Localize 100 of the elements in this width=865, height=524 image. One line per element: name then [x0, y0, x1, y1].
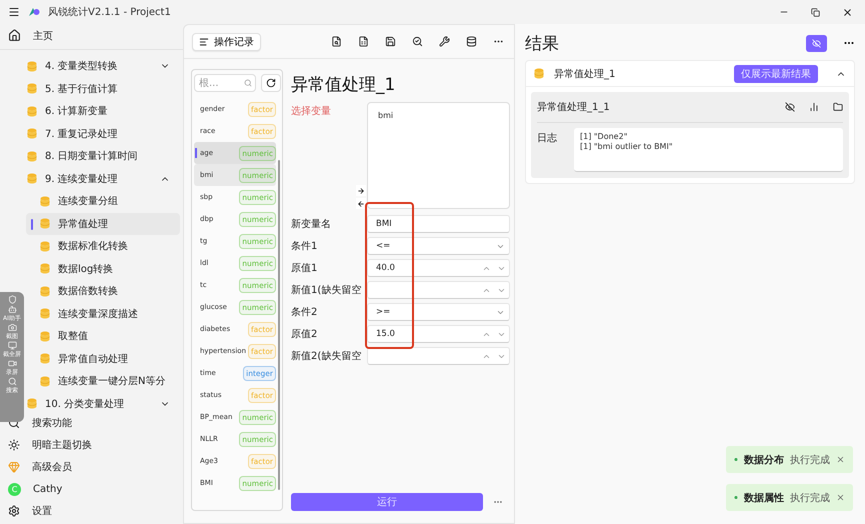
diamond-icon	[8, 461, 20, 473]
field-label: 条件1	[291, 240, 318, 253]
database-icon	[40, 196, 50, 207]
select-field[interactable]: >=	[367, 303, 510, 321]
nav-subitem[interactable]: 取整值	[26, 325, 180, 348]
nav-item[interactable]: 10. 分类变量处理	[3, 392, 180, 412]
database-icon	[27, 83, 37, 94]
field-label: 条件2	[291, 306, 318, 319]
camera-icon	[8, 323, 16, 332]
log-line: [1] "Done2"	[580, 132, 628, 141]
history-button[interactable]: 操作记录	[192, 32, 261, 50]
database-icon	[534, 68, 544, 79]
spreadsheet-icon[interactable]	[358, 36, 369, 47]
move-left-button[interactable]	[356, 198, 366, 209]
select-field[interactable]: <=	[367, 237, 510, 255]
chart-icon[interactable]	[809, 102, 819, 112]
toast-message: 执行完成	[790, 492, 830, 504]
sun-icon	[8, 439, 20, 451]
number-field[interactable]: 15.0	[367, 325, 510, 343]
restore-icon[interactable]	[811, 8, 820, 16]
window-title: 风锐统计V2.1.1 - Project1	[48, 6, 171, 19]
field-label: 选择变量	[291, 104, 332, 119]
nav-subitem[interactable]: 连续变量分组	[26, 190, 180, 212]
nav-item[interactable]: 4. 变量类型转换	[3, 55, 180, 78]
log-line: [1] "bmi outlier to BMI"	[580, 142, 674, 151]
sidebar-footer-item[interactable]: 明暗主题切换	[0, 434, 183, 456]
database-icon	[40, 330, 50, 342]
monitor-icon	[8, 341, 16, 350]
nav-subitem[interactable]: 连续变量一键分层N等分	[26, 370, 180, 392]
nav-subitem[interactable]: 数据标准化转换	[26, 235, 180, 258]
close-button[interactable]	[836, 493, 845, 502]
result-title: 异常值处理_1_1	[537, 100, 610, 114]
home-icon[interactable]	[8, 29, 21, 42]
avatar: C	[8, 482, 21, 496]
result-card-title: 异常值处理_1	[554, 68, 616, 80]
nav-subitem[interactable]: 异常值处理	[26, 212, 180, 235]
database-icon[interactable]	[466, 36, 477, 47]
field-label: 新变量名	[291, 218, 332, 231]
close-button[interactable]	[836, 455, 845, 464]
log-label: 日志	[537, 132, 558, 146]
nav-subitem[interactable]: 连续变量深度描述	[26, 302, 180, 325]
nav-item[interactable]: 9. 连续变量处理	[3, 168, 180, 190]
wrench-icon[interactable]	[439, 36, 450, 47]
search-icon	[8, 377, 16, 386]
field-label: 新值1(缺失留空	[291, 284, 362, 297]
shield-icon[interactable]	[8, 295, 16, 304]
home-label[interactable]: 主页	[33, 28, 53, 42]
database-icon	[40, 263, 50, 274]
save-icon[interactable]	[385, 36, 396, 47]
field-label: 原值2	[291, 328, 318, 341]
number-field[interactable]	[367, 347, 510, 365]
database-icon	[40, 376, 50, 387]
toast-title: 数据分布	[744, 454, 784, 466]
sidebar-footer-item[interactable]: C Cathy	[0, 478, 183, 500]
close-icon	[836, 455, 845, 464]
results-title: 结果	[525, 32, 559, 54]
search-icon[interactable]	[412, 36, 423, 47]
search-icon	[244, 79, 252, 87]
number-field[interactable]: 40.0	[367, 259, 510, 277]
database-icon	[27, 398, 37, 410]
refresh-button[interactable]	[261, 74, 281, 92]
list-icon	[199, 36, 209, 46]
database-icon	[40, 218, 50, 230]
close-icon[interactable]	[842, 6, 853, 18]
toast-title: 数据属性	[744, 492, 784, 504]
form-title: 异常值处理_1	[291, 74, 396, 96]
database-icon	[40, 353, 50, 364]
field-label: 原值1	[291, 262, 318, 275]
nav-item[interactable]: 7. 重复记录处理	[3, 122, 180, 145]
database-icon	[40, 308, 50, 320]
hide-button[interactable]	[806, 34, 827, 52]
folder-icon[interactable]	[833, 102, 843, 112]
text-field[interactable]: BMI	[367, 215, 510, 233]
nav-item[interactable]: 6. 计算新变量	[3, 100, 180, 122]
arrow-right-icon	[357, 186, 365, 194]
video-icon	[8, 359, 16, 368]
latest-only-button[interactable]: 仅展示最新结果	[734, 64, 818, 82]
nav-subitem[interactable]: 异常值自动处理	[26, 348, 180, 370]
nav-subitem[interactable]: 数据倍数转换	[26, 280, 180, 302]
sidebar-footer-item[interactable]: 设置	[0, 500, 183, 522]
file-search-icon[interactable]	[331, 36, 342, 47]
nav-item[interactable]: 8. 日期变量计算时间	[3, 145, 180, 168]
nav-subitem[interactable]: 数据log转换	[26, 258, 180, 280]
selected-variable[interactable]: bmi	[378, 111, 499, 120]
close-icon	[836, 493, 845, 502]
nav-item[interactable]: 5. 基于行值计算	[3, 78, 180, 100]
selected-variables-box[interactable]: bmi	[367, 102, 510, 209]
database-icon	[27, 106, 37, 117]
database-icon	[27, 150, 37, 162]
database-icon	[40, 240, 50, 252]
sidebar-footer-item[interactable]: 高级会员	[0, 456, 183, 478]
hide-icon[interactable]	[785, 102, 795, 112]
refresh-icon	[266, 78, 276, 88]
database-icon	[27, 173, 37, 184]
number-field[interactable]	[367, 281, 510, 299]
search-field[interactable]: 根...	[194, 74, 256, 92]
menu-icon[interactable]	[8, 6, 20, 18]
robot-icon	[8, 305, 16, 314]
move-right-button[interactable]	[356, 185, 366, 196]
database-icon	[27, 60, 37, 72]
